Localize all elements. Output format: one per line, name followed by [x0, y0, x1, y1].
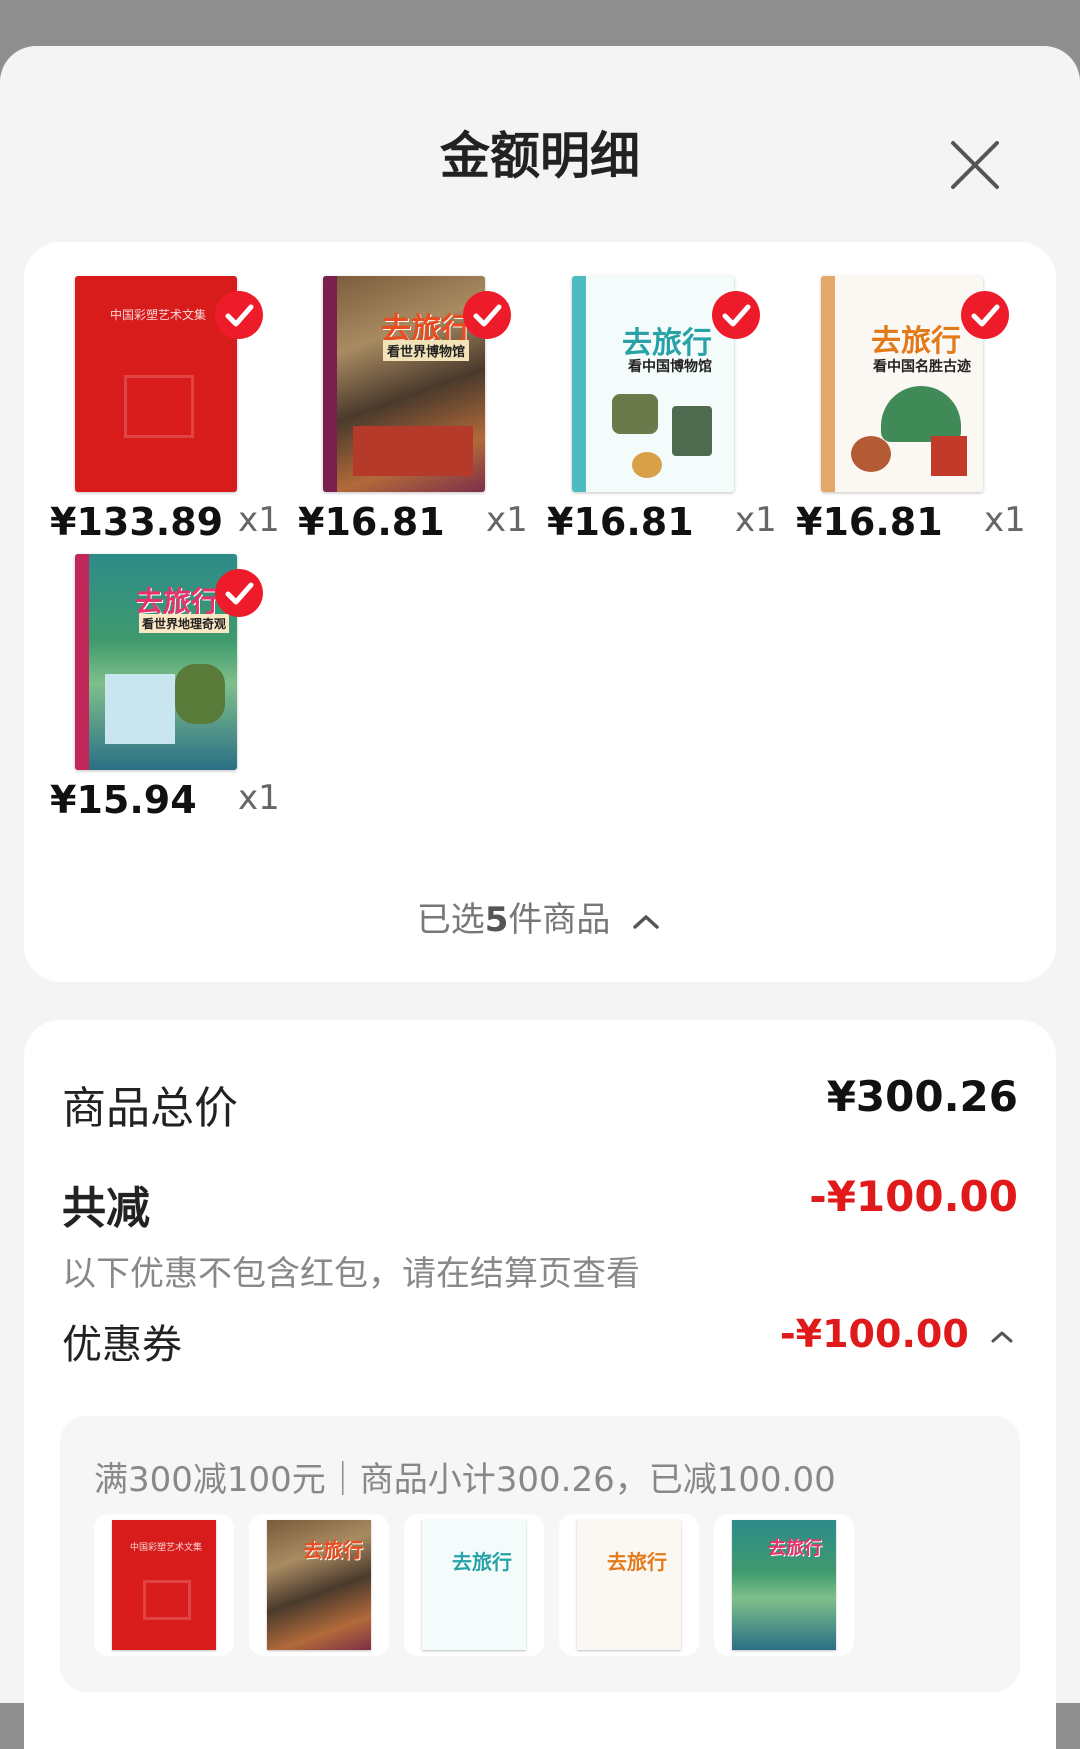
book-cover: 去旅行 看世界博物馆 [323, 276, 485, 492]
cover-subtitle: 看中国博物馆 [628, 359, 712, 375]
selected-items-toggle[interactable]: 已选5件商品 [24, 892, 1056, 941]
product-item[interactable]: 去旅行 看中国名胜古迹 ¥16.81 x1 [796, 276, 1026, 576]
check-icon[interactable] [712, 291, 760, 339]
product-price: ¥133.89 [50, 500, 224, 544]
book-cover: 去旅行 看中国名胜古迹 [821, 276, 983, 492]
price-summary-card: 商品总价 ¥300.26 共减 -¥100.00 以下优惠不包含红包，请在结算页… [24, 1020, 1056, 1749]
cover-title: 去旅行 [871, 324, 961, 359]
product-list-card: 中国彩塑艺术文集 ¥133.89 x1 去旅行 看世界博物馆 ¥16.81 x1 [24, 242, 1056, 982]
book-cover: 中国彩塑艺术文集 [75, 276, 237, 492]
selected-suffix: 件商品 [508, 900, 611, 940]
selected-prefix: 已选 [416, 900, 485, 940]
product-qty: x1 [735, 500, 777, 540]
product-price: ¥15.94 [50, 778, 197, 822]
product-item[interactable]: 中国彩塑艺术文集 ¥133.89 x1 [50, 276, 280, 576]
check-icon[interactable] [215, 291, 263, 339]
amount-detail-sheet: 金额明细 中国彩塑艺术文集 ¥133.89 x1 去旅行 看世界博物馆 ¥16.… [0, 46, 1080, 1749]
coupon-toggle[interactable]: -¥100.00 [780, 1312, 1016, 1356]
product-item[interactable]: 去旅行 看中国博物馆 ¥16.81 x1 [547, 276, 777, 576]
coupon-detail-box: 满300减100元｜商品小计300.26，已减100.00 中国彩塑艺术文集 去… [60, 1416, 1020, 1692]
cover-subtitle: 看中国名胜古迹 [873, 359, 971, 375]
product-qty: x1 [238, 778, 280, 818]
coupon-value: -¥100.00 [779, 1312, 969, 1356]
chevron-up-icon [991, 1331, 1013, 1342]
total-price-label: 商品总价 [62, 1083, 238, 1134]
product-qty: x1 [486, 500, 528, 540]
check-icon[interactable] [215, 569, 263, 617]
coupon-product-thumb: 去旅行 [714, 1514, 854, 1656]
product-price: ¥16.81 [547, 500, 694, 544]
product-qty: x1 [238, 500, 280, 540]
chevron-up-icon [633, 914, 659, 929]
coupon-product-thumb: 去旅行 [249, 1514, 389, 1656]
sheet-title: 金额明细 [440, 127, 640, 185]
coupon-label: 优惠券 [62, 1322, 182, 1368]
check-icon[interactable] [463, 291, 511, 339]
cover-title: 中国彩塑艺术文集 [109, 308, 206, 322]
selected-count: 5 [484, 900, 509, 940]
coupon-product-thumb: 中国彩塑艺术文集 [94, 1514, 234, 1656]
coupon-product-thumb: 去旅行 [404, 1514, 544, 1656]
product-item[interactable]: 去旅行 看世界地理奇观 ¥15.94 x1 [50, 554, 280, 854]
book-cover: 去旅行 看中国博物馆 [572, 276, 734, 492]
close-icon[interactable] [948, 138, 1002, 192]
coupon-detail-text: 满300减100元｜商品小计300.26，已减100.00 [94, 1460, 836, 1500]
product-price: ¥16.81 [796, 500, 943, 544]
coupon-product-thumb: 去旅行 [559, 1514, 699, 1656]
check-icon[interactable] [961, 291, 1009, 339]
book-cover: 去旅行 看世界地理奇观 [75, 554, 237, 770]
discount-value: -¥100.00 [809, 1172, 1018, 1221]
product-item[interactable]: 去旅行 看世界博物馆 ¥16.81 x1 [298, 276, 528, 576]
discount-note: 以下优惠不包含红包，请在结算页查看 [62, 1254, 640, 1294]
product-price: ¥16.81 [298, 500, 445, 544]
cover-subtitle: 看世界博物馆 [383, 340, 470, 361]
total-price-value: ¥300.26 [826, 1072, 1018, 1121]
product-qty: x1 [984, 500, 1026, 540]
discount-label: 共减 [62, 1183, 150, 1234]
